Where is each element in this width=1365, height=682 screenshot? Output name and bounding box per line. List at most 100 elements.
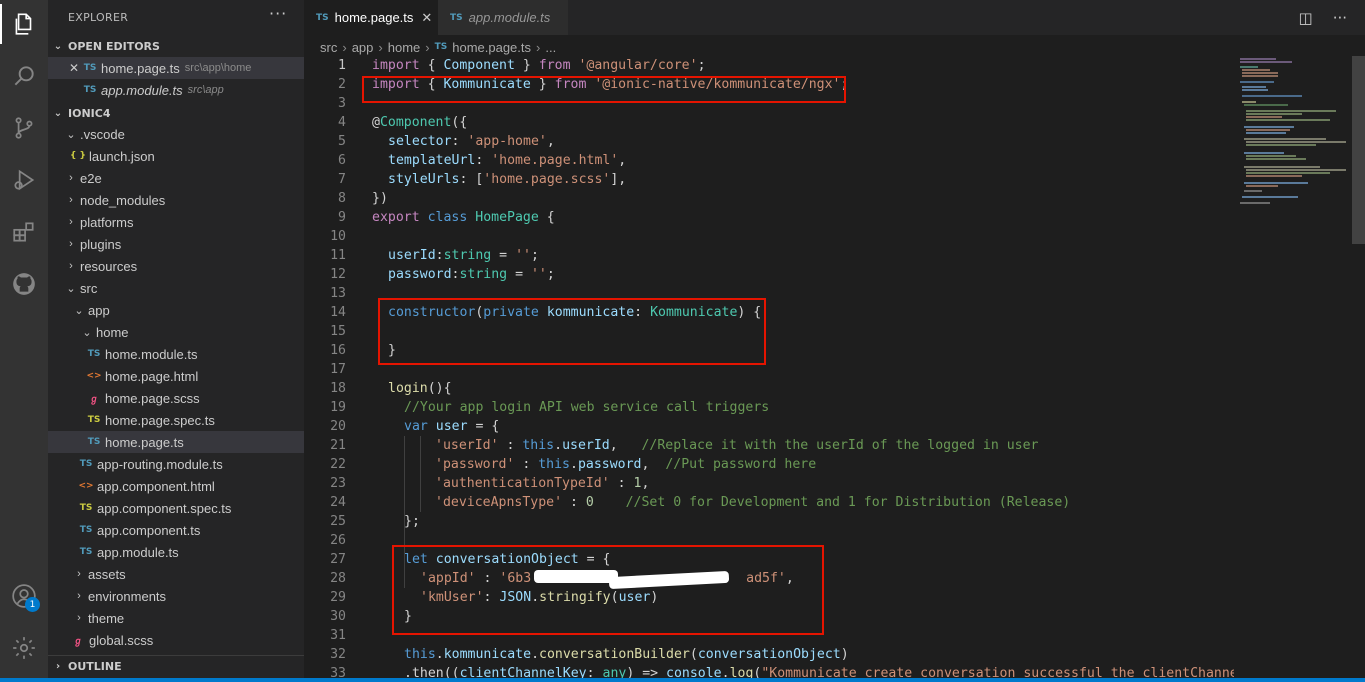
chevron-down-icon: ⌄	[74, 304, 84, 317]
code-line: 22'password' : this.password, //Put pass…	[330, 457, 817, 472]
explorer-sidebar: EXPLORER ··· ⌄ OPEN EDITORS ✕ TS home.pa…	[48, 0, 304, 678]
tree-file[interactable]: <> home.page.html	[48, 365, 304, 387]
tree-folder[interactable]: › node_modules	[48, 189, 304, 211]
chevron-right-icon: ›	[69, 194, 73, 206]
explorer-icon[interactable]	[8, 8, 40, 40]
tree-file[interactable]: ℊ home.page.scss	[48, 387, 304, 409]
tree-folder[interactable]: ⌄ src	[48, 277, 304, 299]
breadcrumb-item[interactable]: ...	[545, 40, 556, 55]
split-editor-icon[interactable]: ◫	[1299, 9, 1313, 27]
redaction-mark	[534, 570, 618, 583]
breadcrumb-item[interactable]: app	[352, 40, 374, 55]
chevron-down-icon: ⌄	[53, 40, 63, 52]
tree-file[interactable]: TS app.component.spec.ts	[48, 497, 304, 519]
tree-folder[interactable]: › assets	[48, 563, 304, 585]
highlight-box-conversation-object	[392, 545, 824, 635]
editor-actions: ◫ ···	[1299, 9, 1348, 27]
source-control-icon[interactable]	[8, 112, 40, 144]
json-file-icon: { }	[70, 151, 86, 161]
code-editor[interactable]: 1 import { Component } from '@angular/cor…	[304, 56, 1234, 678]
code-line: 20 var user = {	[330, 419, 500, 434]
code-line: 11 userId:string = '';	[330, 248, 539, 263]
outline-header[interactable]: › OUTLINE	[48, 655, 304, 677]
tree-folder[interactable]: ⌄ home	[48, 321, 304, 343]
close-icon[interactable]: ✕	[66, 61, 82, 75]
highlight-box-constructor	[378, 298, 766, 365]
typescript-file-icon: TS	[79, 459, 93, 469]
close-icon[interactable]: ✕	[421, 10, 432, 26]
open-editor-item[interactable]: ✕ TS home.page.ts src\app\home	[48, 57, 304, 79]
search-icon[interactable]	[8, 60, 40, 92]
highlight-box-import	[362, 76, 846, 103]
typescript-file-icon: TS	[79, 547, 93, 557]
tree-file[interactable]: TS app-routing.module.ts	[48, 453, 304, 475]
debug-icon[interactable]	[8, 164, 40, 196]
more-actions-icon[interactable]: ···	[1333, 9, 1347, 27]
active-indicator	[0, 4, 2, 44]
tree-folder[interactable]: › environments	[48, 585, 304, 607]
chevron-right-icon: ›	[77, 590, 81, 602]
html-file-icon: <>	[86, 371, 102, 381]
code-line: 12 password:string = '';	[330, 267, 555, 282]
code-line: 18 login(){	[330, 381, 452, 396]
tree-file[interactable]: ℊ global.scss	[48, 629, 304, 651]
code-line: 1 import { Component } from '@angular/cor…	[338, 58, 706, 73]
tree-folder[interactable]: › e2e	[48, 167, 304, 189]
code-line: 24'deviceApnsType' : 0 //Set 0 for Devel…	[330, 495, 1071, 510]
tab-app-module-ts[interactable]: TS app.module.ts	[438, 0, 568, 35]
tree-folder[interactable]: › plugins	[48, 233, 304, 255]
tab-bar: TS home.page.ts ✕ TS app.module.ts ◫ ···	[304, 0, 1365, 35]
settings-gear-icon[interactable]	[8, 632, 40, 664]
chevron-right-icon: ›	[77, 568, 81, 580]
breadcrumb-item[interactable]: home	[388, 40, 421, 55]
tree-folder[interactable]: ⌄ app	[48, 299, 304, 321]
breadcrumb-separator-icon: ›	[425, 39, 430, 55]
tree-file[interactable]: TS home.page.spec.ts	[48, 409, 304, 431]
code-line: 32 this.kommunicate.conversationBuilder(c…	[330, 647, 849, 662]
tree-file[interactable]: TS home.module.ts	[48, 343, 304, 365]
tree-folder[interactable]: › resources	[48, 255, 304, 277]
scss-file-icon: ℊ	[89, 394, 99, 405]
typescript-file-icon: TS	[83, 63, 97, 73]
chevron-right-icon: ›	[77, 612, 81, 624]
tree-file-selected[interactable]: TS home.page.ts	[48, 431, 304, 453]
tree-file[interactable]: { } launch.json	[48, 145, 304, 167]
code-line: 25};	[330, 514, 420, 529]
chevron-down-icon: ⌄	[66, 282, 76, 295]
tree-folder[interactable]: ⌄ .vscode	[48, 123, 304, 145]
more-actions-button[interactable]: ···	[269, 4, 287, 23]
tree-folder[interactable]: › platforms	[48, 211, 304, 233]
tree-file[interactable]: TS app.component.ts	[48, 519, 304, 541]
tree-file[interactable]: TS app.module.ts	[48, 541, 304, 563]
breadcrumb-separator-icon: ›	[342, 39, 347, 55]
project-header[interactable]: ⌄ IONIC4	[48, 102, 304, 124]
code-line: 8})	[338, 191, 388, 206]
typescript-spec-file-icon: TS	[79, 503, 93, 513]
typescript-file-icon: TS	[316, 12, 329, 23]
chevron-right-icon: ›	[69, 172, 73, 184]
typescript-spec-file-icon: TS	[87, 415, 101, 425]
activity-bar: 1	[0, 0, 48, 678]
tree-file[interactable]: <> app.component.html	[48, 475, 304, 497]
code-line: 4 @Component({	[338, 115, 468, 130]
breadcrumb-separator-icon: ›	[536, 39, 541, 55]
github-icon[interactable]	[8, 268, 40, 300]
typescript-file-icon: TS	[87, 437, 101, 447]
breadcrumb-item[interactable]: home.page.ts	[452, 40, 531, 55]
extensions-icon[interactable]	[8, 216, 40, 248]
open-editors-header[interactable]: ⌄ OPEN EDITORS	[48, 35, 304, 57]
open-editor-item[interactable]: TS app.module.ts src\app	[48, 79, 304, 101]
tab-home-page-ts[interactable]: TS home.page.ts ✕	[304, 0, 438, 35]
code-line: 6 templateUrl: 'home.page.html',	[338, 153, 627, 168]
explorer-title: EXPLORER	[68, 11, 129, 24]
chevron-right-icon: ›	[69, 260, 73, 272]
typescript-file-icon: TS	[450, 12, 463, 23]
status-bar	[0, 678, 1365, 682]
tree-folder[interactable]: › theme	[48, 607, 304, 629]
vertical-scrollbar[interactable]	[1352, 56, 1365, 244]
chevron-down-icon: ⌄	[82, 326, 92, 339]
typescript-file-icon: TS	[434, 42, 448, 52]
breadcrumb-separator-icon: ›	[378, 39, 383, 55]
breadcrumb-item[interactable]: src	[320, 40, 337, 55]
minimap[interactable]	[1234, 56, 1354, 678]
